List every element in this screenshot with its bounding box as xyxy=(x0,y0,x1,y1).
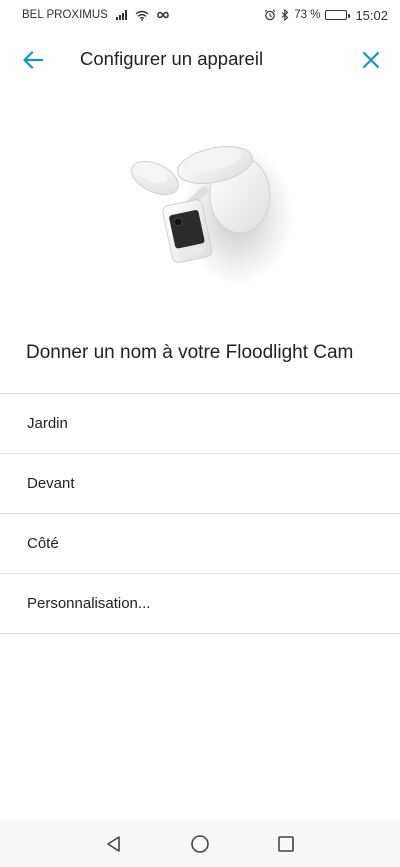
section-title: Donner un nom à votre Floodlight Cam xyxy=(26,342,354,363)
name-options-list: Jardin Devant Côté Personnalisation... xyxy=(0,393,400,634)
page-title: Configurer un appareil xyxy=(80,48,264,69)
circle-home-icon xyxy=(191,834,209,853)
infinity-icon xyxy=(157,11,169,19)
alarm-icon xyxy=(264,9,276,21)
floodlight-cam-image xyxy=(131,145,293,285)
clock: 15:02 xyxy=(355,7,388,23)
wifi-icon xyxy=(135,10,149,21)
system-nav-bar xyxy=(0,820,400,867)
battery-percent: 73 % xyxy=(294,9,321,21)
carrier-name: BEL PROXIMUS xyxy=(22,9,108,21)
back-button[interactable] xyxy=(18,45,48,75)
option-item-devant[interactable]: Devant xyxy=(0,454,400,514)
nav-recents-button[interactable] xyxy=(243,820,329,867)
status-left: BEL PROXIMUS xyxy=(22,9,169,21)
square-recents-icon xyxy=(278,835,294,852)
arrow-left-icon xyxy=(23,51,43,69)
option-item-cote[interactable]: Côté xyxy=(0,514,400,574)
nav-home-button[interactable] xyxy=(157,820,243,867)
app-header: Configurer un appareil xyxy=(0,38,400,82)
option-item-jardin[interactable]: Jardin xyxy=(0,394,400,454)
option-item-custom[interactable]: Personnalisation... xyxy=(0,574,400,634)
battery-icon xyxy=(325,10,350,20)
bluetooth-icon xyxy=(281,9,289,21)
nav-back-button[interactable] xyxy=(71,820,157,867)
signal-icon xyxy=(115,10,127,20)
close-icon xyxy=(362,51,380,69)
close-button[interactable] xyxy=(356,45,386,75)
status-bar: BEL PROXIMUS 73 % 15:02 xyxy=(0,0,400,30)
status-right: 73 % 15:02 xyxy=(264,8,388,23)
triangle-back-icon xyxy=(107,835,120,852)
